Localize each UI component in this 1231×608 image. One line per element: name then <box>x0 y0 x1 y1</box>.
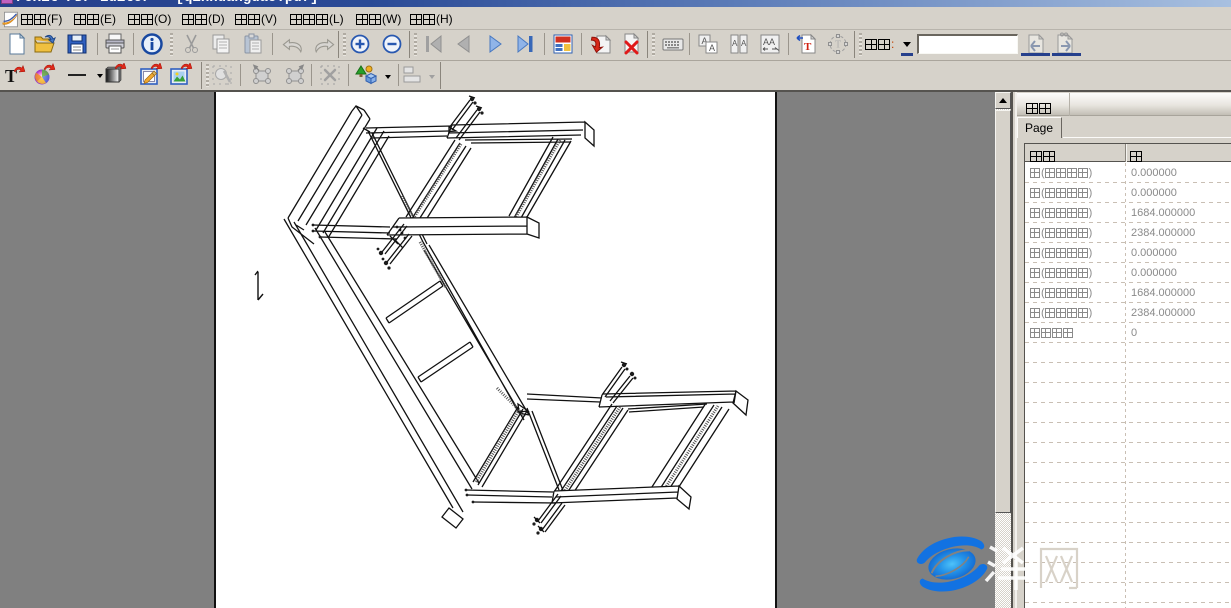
svg-text:AA: AA <box>763 37 775 47</box>
svg-text:A: A <box>709 43 715 53</box>
svg-text:A: A <box>732 39 738 48</box>
svg-text:A: A <box>741 39 747 48</box>
svg-text:T: T <box>835 40 841 51</box>
svg-text:T: T <box>804 41 812 53</box>
